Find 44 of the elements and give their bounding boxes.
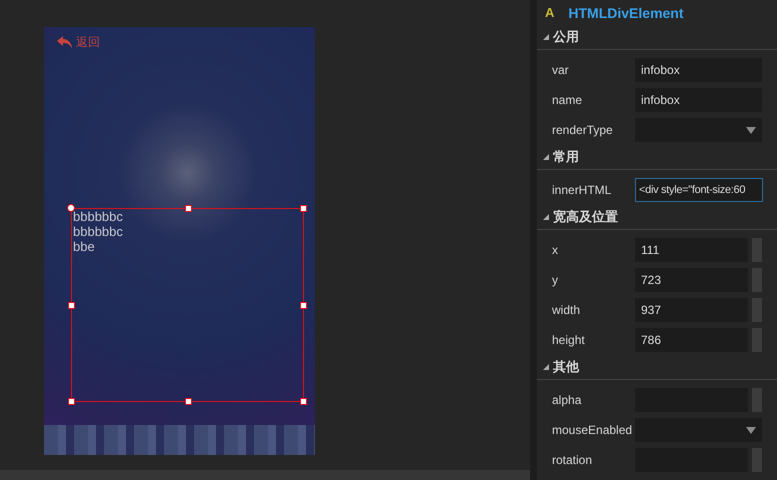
property-label: rotation <box>551 453 594 467</box>
property-label: mouseEnabled <box>551 423 634 437</box>
element-title: HTMLDivElement <box>568 4 684 20</box>
resize-handle[interactable] <box>185 205 192 212</box>
triangle-icon <box>543 364 549 370</box>
section-header[interactable]: 公用 <box>537 25 777 50</box>
property-label: x <box>551 243 559 257</box>
dropdown-field[interactable] <box>635 418 762 442</box>
text-line: bbbbbbc <box>72 224 123 239</box>
number-field[interactable]: 111 <box>635 238 748 262</box>
triangle-icon <box>543 34 549 40</box>
resize-handle[interactable] <box>300 398 307 405</box>
resize-handle[interactable] <box>300 302 307 309</box>
property-label: height <box>551 333 586 347</box>
resize-handle[interactable] <box>68 302 75 309</box>
resize-handle[interactable] <box>67 204 75 212</box>
section-header[interactable]: 其他 <box>537 355 777 380</box>
property-label: y <box>551 273 559 287</box>
caret-icon <box>746 127 756 134</box>
type-letter: A <box>545 5 554 20</box>
section-header[interactable]: 常用 <box>537 145 777 170</box>
input-field[interactable]: infobox <box>635 88 762 112</box>
triangle-icon <box>543 214 549 220</box>
resize-handle[interactable] <box>300 205 307 212</box>
number-field[interactable]: 937 <box>635 298 748 322</box>
property-label: innerHTML <box>551 183 612 197</box>
number-field[interactable]: 723 <box>635 268 748 292</box>
resize-handle[interactable] <box>185 398 192 405</box>
number-field[interactable]: 786 <box>635 328 748 352</box>
property-label: renderType <box>551 123 614 137</box>
text-line: bbbbbbc <box>72 209 123 224</box>
section-header[interactable]: 宽高及位置 <box>537 205 777 230</box>
caret-icon <box>746 427 756 434</box>
resize-handle[interactable] <box>68 398 75 405</box>
dropdown-field[interactable] <box>635 118 762 142</box>
input-field[interactable]: infobox <box>635 58 762 82</box>
property-label: alpha <box>551 393 582 407</box>
text-line: bbe <box>72 239 95 254</box>
property-label: width <box>551 303 582 317</box>
property-label: var <box>551 63 570 77</box>
input-field[interactable]: <div style="font-size:60 <box>635 178 763 202</box>
property-label: name <box>551 93 584 107</box>
back-arrow-icon <box>56 34 74 50</box>
triangle-icon <box>543 154 549 160</box>
